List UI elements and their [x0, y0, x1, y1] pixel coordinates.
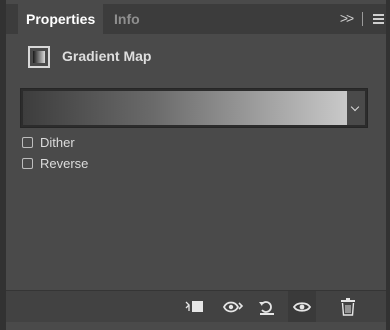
toggle-visibility-icon[interactable] [291, 297, 313, 317]
panel-right-frame [386, 0, 390, 330]
tab-info[interactable]: Info [106, 4, 148, 34]
tab-menu-separator [362, 12, 364, 27]
gradient-swatch-glyph [33, 51, 45, 63]
delete-icon[interactable] [337, 297, 359, 317]
dither-checkbox[interactable] [22, 137, 33, 148]
panel-menu-icon[interactable] [373, 14, 384, 25]
bottom-toolbar [6, 290, 386, 322]
dither-label: Dither [40, 135, 75, 150]
chevron-down-icon [350, 102, 360, 112]
adjustment-title: Gradient Map [62, 48, 152, 64]
panel-tab-bar: Properties Info >> [6, 4, 386, 34]
reverse-label: Reverse [40, 156, 89, 171]
collapse-panel-icon[interactable]: >> [340, 4, 354, 32]
clip-to-layer-icon[interactable] [184, 297, 206, 317]
panel-left-frame [0, 0, 6, 330]
gradient-dropdown-button[interactable] [347, 91, 365, 125]
reverse-checkbox[interactable] [22, 158, 33, 169]
view-previous-state-icon[interactable] [222, 297, 244, 317]
gradient-picker[interactable] [20, 88, 368, 128]
gradient-preview[interactable] [23, 91, 347, 125]
gradient-map-adjustment-icon [28, 46, 50, 68]
reset-defaults-icon[interactable] [256, 297, 278, 317]
tab-properties[interactable]: Properties [18, 4, 104, 34]
panel-menu-area: >> [340, 4, 384, 34]
